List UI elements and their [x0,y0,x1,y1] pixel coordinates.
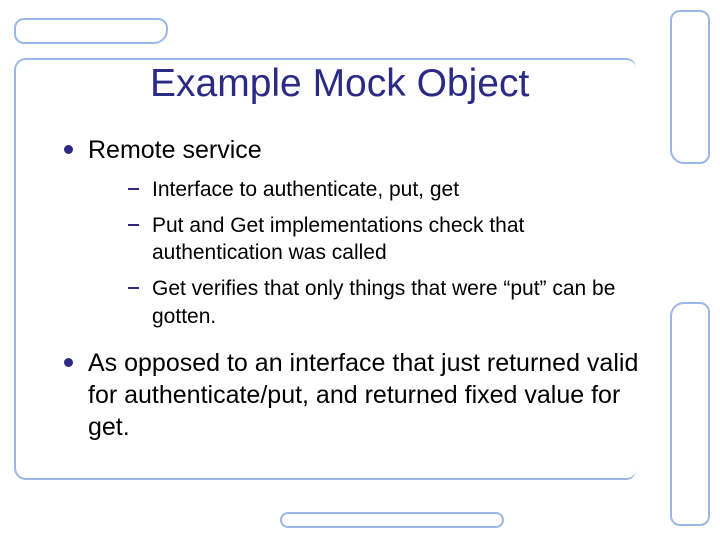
sub-bullet-list: Interface to authenticate, put, get Put … [126,176,650,331]
slide-content: Example Mock Object Remote service Inter… [60,62,650,459]
list-item-text: Put and Get implementations check that a… [152,214,524,265]
list-item: Get verifies that only things that were … [126,275,650,330]
list-item-text: Interface to authenticate, put, get [152,178,459,201]
list-item: Remote service Interface to authenticate… [60,134,650,331]
slide: Example Mock Object Remote service Inter… [0,0,720,540]
list-item-text: Remote service [88,136,262,164]
frame-decoration [280,512,504,528]
list-item: As opposed to an interface that just ret… [60,347,650,443]
list-item: Interface to authenticate, put, get [126,176,650,204]
bullet-list: Remote service Interface to authenticate… [60,134,650,443]
frame-decoration [670,302,710,526]
list-item-text: As opposed to an interface that just ret… [88,349,638,441]
slide-title: Example Mock Object [150,62,650,106]
frame-decoration [14,18,168,44]
list-item-text: Get verifies that only things that were … [152,277,615,328]
frame-decoration [670,10,710,164]
list-item: Put and Get implementations check that a… [126,212,650,267]
